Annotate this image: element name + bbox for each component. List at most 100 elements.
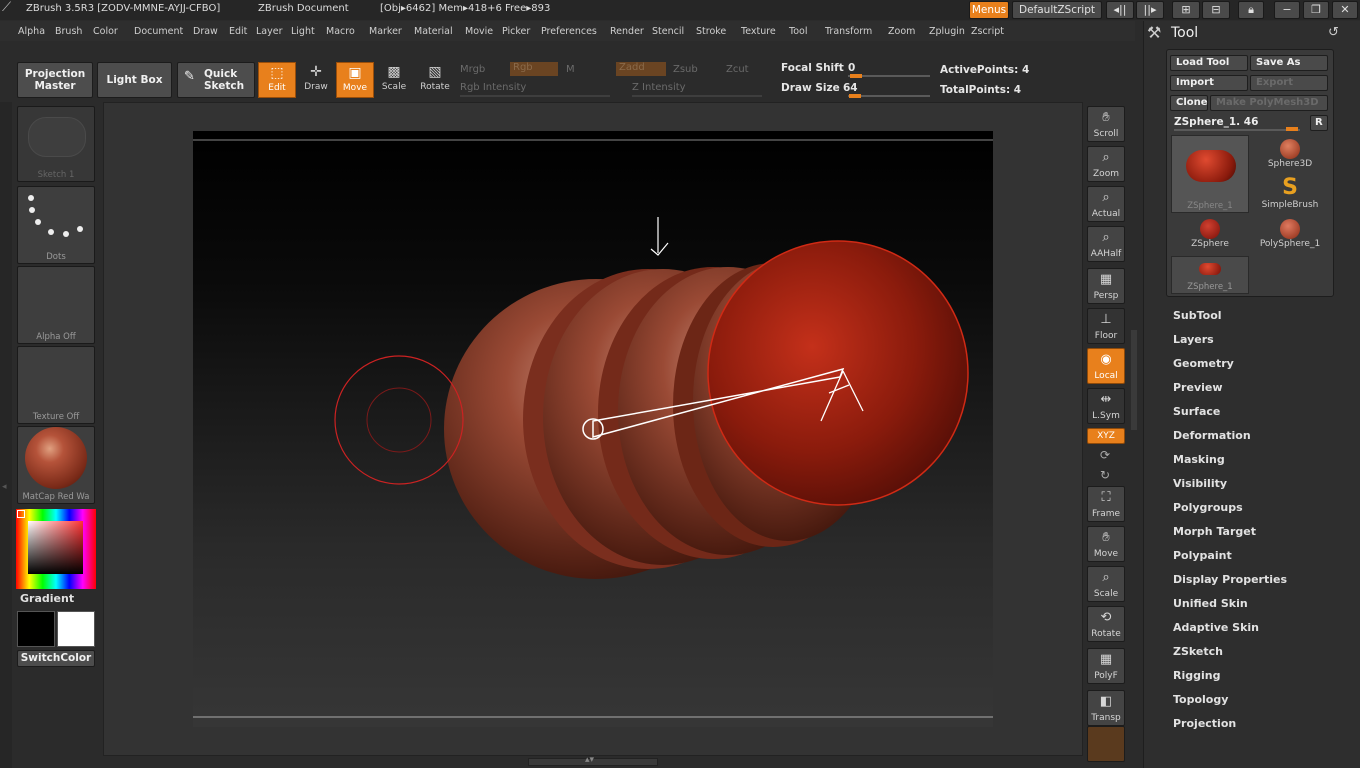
color-selector-icon[interactable]	[17, 510, 25, 518]
rotate-button[interactable]: ⟲ Rotate	[1087, 606, 1125, 642]
frame-button[interactable]: ⛶ Frame	[1087, 486, 1125, 522]
section-deformation[interactable]: Deformation	[1173, 429, 1251, 442]
scroll-left-icon[interactable]: ◂||	[1106, 1, 1134, 19]
color-saturation-square[interactable]	[28, 521, 83, 574]
section-morph-target[interactable]: Morph Target	[1173, 525, 1256, 538]
rotate-button[interactable]: ▧ Rotate	[416, 62, 454, 98]
section-geometry[interactable]: Geometry	[1173, 357, 1234, 370]
zsub-button[interactable]: Zsub	[673, 64, 698, 75]
menu-preferences[interactable]: Preferences	[541, 26, 597, 37]
section-visibility[interactable]: Visibility	[1173, 477, 1227, 490]
primary-color-swatch[interactable]	[17, 611, 55, 647]
material-thumbnail[interactable]: MatCap Red Wa	[17, 426, 95, 504]
menu-tool[interactable]: Tool	[789, 26, 807, 37]
quick-sketch-button[interactable]: ✎ Quick Sketch	[177, 62, 255, 98]
layout-alt-icon[interactable]: ⊟	[1202, 1, 1230, 19]
menu-picker[interactable]: Picker	[502, 26, 530, 37]
menu-zplugin[interactable]: Zplugin	[929, 26, 965, 37]
color-picker[interactable]	[16, 509, 96, 589]
section-adaptive-skin[interactable]: Adaptive Skin	[1173, 621, 1259, 634]
section-display-properties[interactable]: Display Properties	[1173, 573, 1287, 586]
scale-button[interactable]: ⌕ Scale	[1087, 566, 1125, 602]
selected-zsphere[interactable]	[707, 240, 969, 506]
menu-macro[interactable]: Macro	[326, 26, 355, 37]
move-button[interactable]: ▣ Move	[336, 62, 374, 98]
menu-render[interactable]: Render	[610, 26, 644, 37]
gradient-label[interactable]: Gradient	[20, 592, 74, 605]
menu-alpha[interactable]: Alpha	[18, 26, 45, 37]
tool-thumb-simplebrush[interactable]: S SimpleBrush	[1251, 176, 1329, 212]
section-projection[interactable]: Projection	[1173, 717, 1236, 730]
lsym-button[interactable]: ⇹ L.Sym	[1087, 388, 1125, 424]
bottom-tray-handle[interactable]: ▴▾	[528, 755, 658, 766]
scroll-button[interactable]: ✋︎ Scroll	[1087, 106, 1125, 142]
menu-transform[interactable]: Transform	[825, 26, 872, 37]
rotate-y-icon[interactable]: ↻	[1100, 468, 1110, 482]
tool-thumb-polysphere1[interactable]: PolySphere_1	[1251, 217, 1329, 253]
make-polymesh-button[interactable]: Make PolyMesh3D	[1210, 95, 1328, 111]
section-unified-skin[interactable]: Unified Skin	[1173, 597, 1248, 610]
alpha-thumbnail[interactable]: Alpha Off	[17, 266, 95, 344]
rgb-button[interactable]: Rgb	[510, 62, 558, 76]
layout-icon[interactable]: ⊞	[1172, 1, 1200, 19]
menu-color[interactable]: Color	[93, 26, 118, 37]
section-polypaint[interactable]: Polypaint	[1173, 549, 1232, 562]
clone-button[interactable]: Clone	[1170, 95, 1208, 111]
persp-button[interactable]: ▦ Persp	[1087, 268, 1125, 304]
tool-thumb-zsphere[interactable]: ZSphere	[1171, 217, 1249, 253]
menu-draw[interactable]: Draw	[193, 26, 218, 37]
tool-thumb-zsphere1-selected[interactable]: ZSphere_1	[1171, 135, 1249, 213]
r-button[interactable]: R	[1310, 115, 1328, 131]
local-button[interactable]: ◉ Local	[1087, 348, 1125, 384]
menu-texture[interactable]: Texture	[741, 26, 776, 37]
menu-zscript[interactable]: Zscript	[971, 26, 1004, 37]
m-button[interactable]: M	[566, 64, 575, 75]
z-intensity-slider[interactable]: Z Intensity	[632, 82, 686, 93]
texture-thumbnail[interactable]: Texture Off	[17, 346, 95, 424]
scale-button[interactable]: ▩ Scale	[375, 62, 413, 98]
menu-movie[interactable]: Movie	[465, 26, 493, 37]
section-polygroups[interactable]: Polygroups	[1173, 501, 1243, 514]
zadd-button[interactable]: Zadd	[616, 62, 666, 76]
light-box-button[interactable]: Light Box	[97, 62, 172, 98]
aahalf-button[interactable]: ⌕ AAHalf	[1087, 226, 1125, 262]
actual-button[interactable]: ⌕ Actual	[1087, 186, 1125, 222]
scroll-right-icon[interactable]: ||▸	[1136, 1, 1164, 19]
sketch-thumbnail[interactable]: Sketch 1	[17, 106, 95, 182]
transp-button[interactable]: ◧ Transp	[1087, 690, 1125, 726]
menu-document[interactable]: Document	[134, 26, 183, 37]
menu-edit[interactable]: Edit	[229, 26, 247, 37]
menu-material[interactable]: Material	[414, 26, 453, 37]
rgb-intensity-slider[interactable]: Rgb Intensity	[460, 82, 526, 93]
save-as-button[interactable]: Save As	[1250, 55, 1328, 71]
viewport-canvas[interactable]	[193, 131, 993, 727]
menu-zoom[interactable]: Zoom	[888, 26, 915, 37]
tray-arrow-icon[interactable]: ◂	[2, 482, 7, 492]
current-tool-slider-knob[interactable]	[1286, 127, 1298, 131]
section-preview[interactable]: Preview	[1173, 381, 1223, 394]
tool-thumb-zsphere1-alt[interactable]: ZSphere_1	[1171, 256, 1249, 294]
edit-button[interactable]: ⬚ Edit	[258, 62, 296, 98]
menus-button[interactable]: Menus	[969, 1, 1009, 19]
menu-light[interactable]: Light	[291, 26, 315, 37]
switch-color-button[interactable]: SwitchColor	[17, 650, 95, 667]
lock-icon[interactable]: 🔒︎	[1238, 1, 1264, 19]
section-topology[interactable]: Topology	[1173, 693, 1228, 706]
section-masking[interactable]: Masking	[1173, 453, 1225, 466]
polyf-button[interactable]: ▦ PolyF	[1087, 648, 1125, 684]
section-subtool[interactable]: SubTool	[1173, 309, 1222, 322]
zcut-button[interactable]: Zcut	[726, 64, 749, 75]
default-zscript-button[interactable]: DefaultZScript	[1012, 1, 1102, 19]
menu-layer[interactable]: Layer	[256, 26, 283, 37]
menu-marker[interactable]: Marker	[369, 26, 402, 37]
move-button[interactable]: ✋︎ Move	[1087, 526, 1125, 562]
floor-button[interactable]: ⊥ Floor	[1087, 308, 1125, 344]
section-layers[interactable]: Layers	[1173, 333, 1214, 346]
draw-size-knob[interactable]	[849, 94, 861, 98]
menu-stroke[interactable]: Stroke	[696, 26, 726, 37]
ghost-button[interactable]	[1087, 726, 1125, 762]
import-button[interactable]: Import	[1170, 75, 1248, 91]
secondary-color-swatch[interactable]	[57, 611, 95, 647]
projection-master-button[interactable]: Projection Master	[17, 62, 93, 98]
reset-icon[interactable]: ↺	[1328, 25, 1339, 40]
